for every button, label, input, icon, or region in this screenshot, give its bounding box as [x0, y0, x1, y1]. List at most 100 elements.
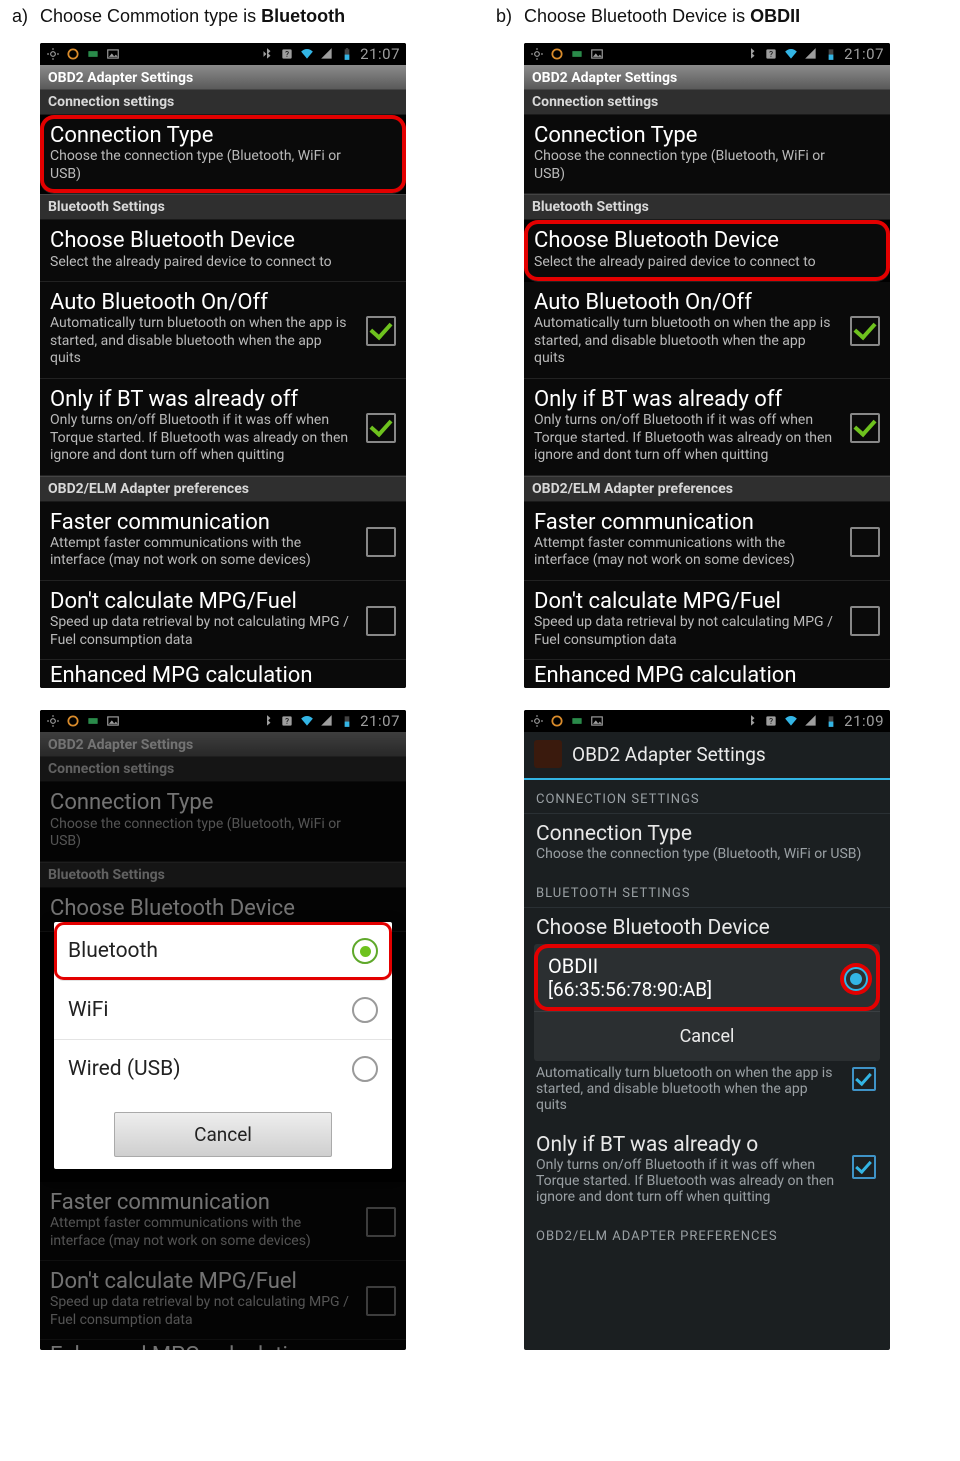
svg-text:?: ? — [769, 716, 773, 726]
mpg-checkbox[interactable] — [366, 606, 396, 636]
battery-icon — [340, 714, 354, 728]
option-obdii-mac: [66:35:56:78:90:AB] — [548, 978, 866, 1001]
phone-a2: ? 21:07 OBD2 Adapter Settings Connection… — [40, 710, 406, 1350]
item-faster[interactable]: Faster communication Attempt faster comm… — [40, 502, 406, 581]
item-enhanced-cut[interactable]: Enhanced MPG calculation — [524, 660, 890, 688]
cancel-button[interactable]: Cancel — [114, 1112, 332, 1157]
dialog-choose-bt: OBDII [66:35:56:78:90:AB] Cancel — [534, 944, 880, 1061]
item-mpg[interactable]: Don't calculate MPG/Fuel Speed up data r… — [524, 581, 890, 660]
only-if-checkbox[interactable] — [850, 413, 880, 443]
gps-icon — [46, 714, 60, 728]
item-choose-bt[interactable]: Choose Bluetooth Device Select the alrea… — [524, 220, 890, 282]
option-bluetooth-label: Bluetooth — [68, 939, 158, 963]
faster-sub: Attempt faster communications with the i… — [534, 535, 880, 570]
item-choose-bt[interactable]: Choose Bluetooth Device Select the alrea… — [40, 220, 406, 282]
faster-sub: Attempt faster communications with the i… — [50, 535, 396, 570]
caption-a-label: a) — [12, 6, 40, 27]
caption-b: b) Choose Bluetooth Device is OBDII — [496, 6, 890, 27]
item-auto-bt[interactable]: Auto Bluetooth On/Off Automatically turn… — [40, 282, 406, 379]
choose-bt-title: Choose Bluetooth Device — [534, 228, 880, 253]
caption-a-post: type is — [199, 6, 261, 26]
section-connection-uc: CONNECTION SETTINGS — [524, 780, 890, 814]
only-if-sub: Only turns on/off Bluetooth if it was of… — [534, 412, 880, 465]
wifi-icon — [300, 714, 314, 728]
auto-bt-sub: Automatically turn bluetooth on when the… — [534, 315, 880, 368]
battery-icon — [340, 47, 354, 61]
signal-icon — [320, 47, 334, 61]
svg-text:?: ? — [285, 716, 289, 726]
faster-checkbox[interactable] — [850, 527, 880, 557]
option-bluetooth[interactable]: Bluetooth — [54, 922, 392, 981]
auto-bt-checkbox-holo[interactable] — [852, 1067, 876, 1091]
clock: 21:07 — [360, 45, 400, 63]
connection-type-sub: Choose the connection type (Bluetooth, W… — [534, 148, 880, 183]
torque-icon — [66, 714, 80, 728]
mpg-sub: Speed up data retrieval by not calculati… — [534, 614, 880, 649]
item-mpg[interactable]: Don't calculate MPG/Fuel Speed up data r… — [40, 581, 406, 660]
holo-choose-bt[interactable]: Choose Bluetooth Device — [524, 908, 890, 944]
enhanced-title-dim: Enhanced MPG calculation — [50, 1343, 313, 1350]
auto-bt-sub: Automatically turn bluetooth on when the… — [50, 315, 396, 368]
phone-b1: ? 21:07 OBD2 Adapter Settings Connection… — [524, 43, 890, 688]
gps-icon — [46, 47, 60, 61]
app-header: OBD2 Adapter Settings — [524, 65, 890, 89]
obd-icon — [570, 47, 584, 61]
item-only-if[interactable]: Only if BT was already off Only turns on… — [524, 379, 890, 476]
item-faster-dim: Faster communication Attempt faster comm… — [40, 1182, 406, 1261]
section-bluetooth: Bluetooth Settings — [40, 194, 406, 220]
only-if-title: Only if BT was already off — [50, 387, 396, 412]
auto-bt-title: Auto Bluetooth On/Off — [50, 290, 396, 315]
help-icon: ? — [764, 714, 778, 728]
auto-bt-checkbox[interactable] — [850, 316, 880, 346]
mpg-checkbox[interactable] — [850, 606, 880, 636]
app-logo-icon — [534, 740, 562, 768]
item-connection-type[interactable]: Connection Type Choose the connection ty… — [40, 115, 406, 194]
status-bar: ? 21:07 — [524, 43, 890, 65]
picture-icon — [106, 47, 120, 61]
status-bar: ? 21:07 — [40, 710, 406, 732]
item-auto-bt[interactable]: Auto Bluetooth On/Off Automatically turn… — [524, 282, 890, 379]
only-if-checkbox-holo[interactable] — [852, 1155, 876, 1179]
section-elm-uc: OBD2/ELM ADAPTER PREFERENCES — [524, 1217, 890, 1250]
faster-checkbox[interactable] — [366, 527, 396, 557]
caption-a-bold: Bluetooth — [261, 6, 345, 26]
only-if-sub-holo: Only turns on/off Bluetooth if it was of… — [536, 1157, 878, 1205]
faster-checkbox-dim — [366, 1207, 396, 1237]
caption-b-text: Choose Bluetooth Device is — [524, 6, 750, 26]
auto-bt-checkbox[interactable] — [366, 316, 396, 346]
status-bar: ? 21:07 — [40, 43, 406, 65]
holo-connection-type[interactable]: Connection Type Choose the connection ty… — [524, 814, 890, 874]
only-if-checkbox[interactable] — [366, 413, 396, 443]
cancel-button[interactable]: Cancel — [534, 1011, 880, 1061]
caption-b-bold: OBDII — [750, 6, 800, 26]
connection-type-title: Connection Type — [50, 123, 396, 148]
connection-type-sub-dim: Choose the connection type (Bluetooth, W… — [50, 816, 396, 851]
wifi-icon — [300, 47, 314, 61]
connection-type-title-holo: Connection Type — [536, 822, 878, 846]
item-only-if[interactable]: Only if BT was already off Only turns on… — [40, 379, 406, 476]
gps-icon — [530, 714, 544, 728]
enhanced-title: Enhanced MPG calculation — [50, 663, 313, 688]
option-wired-label: Wired (USB) — [68, 1057, 181, 1081]
option-obdii[interactable]: OBDII [66:35:56:78:90:AB] — [534, 944, 880, 1011]
item-connection-type-dim: Connection Type Choose the connection ty… — [40, 782, 406, 861]
signal-icon — [804, 47, 818, 61]
option-wifi[interactable]: WiFi — [54, 981, 392, 1040]
radio-icon — [352, 1056, 378, 1082]
choose-bt-title-holo: Choose Bluetooth Device — [536, 916, 878, 940]
bluetooth-icon — [260, 47, 274, 61]
item-enhanced-cut[interactable]: Enhanced MPG calculation — [40, 660, 406, 688]
item-faster[interactable]: Faster communication Attempt faster comm… — [524, 502, 890, 581]
phone-b2: ? 21:09 OBD2 Adapter Settings CONNECTION… — [524, 710, 890, 1350]
holo-auto-bt[interactable]: Automatically turn bluetooth on when the… — [524, 1061, 890, 1125]
svg-text:?: ? — [769, 49, 773, 59]
option-wired[interactable]: Wired (USB) — [54, 1040, 392, 1098]
radio-selected-icon — [844, 967, 868, 991]
bluetooth-icon — [744, 47, 758, 61]
item-connection-type[interactable]: Connection Type Choose the connection ty… — [524, 115, 890, 194]
holo-only-if[interactable]: Only if BT was already o Only turns on/o… — [524, 1125, 890, 1217]
picture-icon — [590, 47, 604, 61]
caption-a-pre: Choose — [40, 6, 107, 26]
holo-title: OBD2 Adapter Settings — [572, 743, 766, 766]
caption-a: a) Choose Commotion type is Bluetooth — [12, 6, 406, 27]
